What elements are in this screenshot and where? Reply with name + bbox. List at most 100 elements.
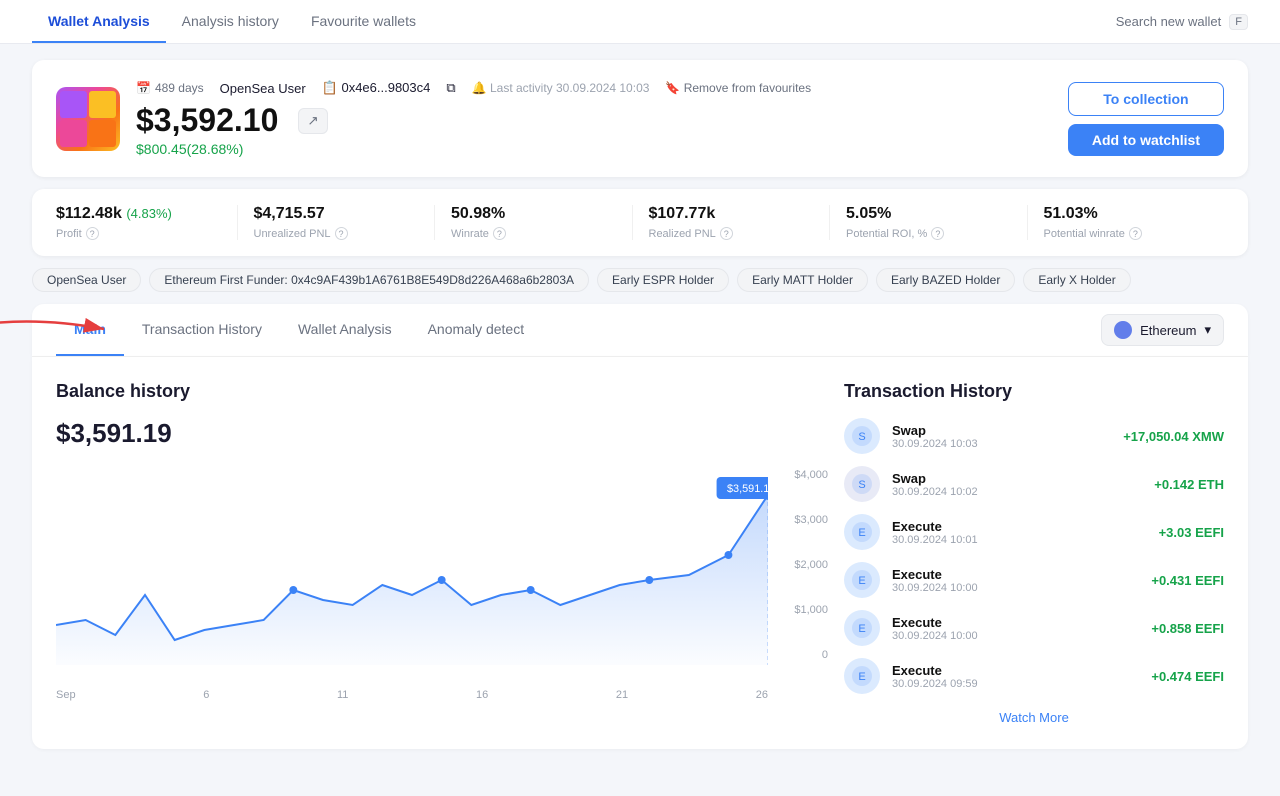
share-button[interactable]: ↗ (298, 108, 327, 134)
tag-early-matt[interactable]: Early MATT Holder (737, 268, 868, 292)
tx-item: E Execute30.09.2024 10:00 +0.431 EEFI (844, 562, 1224, 598)
to-collection-button[interactable]: To collection (1068, 82, 1224, 116)
x-label-16: 16 (476, 689, 488, 701)
tx-type: Swap (892, 423, 1111, 438)
watch-more[interactable]: Watch More (844, 710, 1224, 725)
tag-early-x[interactable]: Early X Holder (1023, 268, 1130, 292)
unrealized-pnl-tooltip[interactable]: ? (335, 227, 348, 240)
x-label-11: 11 (337, 689, 348, 701)
balance-history-title: Balance history (56, 381, 828, 402)
tx-amount: +0.858 EEFI (1151, 621, 1224, 636)
potential-roi-tooltip[interactable]: ? (931, 227, 944, 240)
svg-text:E: E (858, 527, 865, 539)
tx-amount: +3.03 EEFI (1159, 525, 1224, 540)
tab-favourite-wallets[interactable]: Favourite wallets (295, 0, 432, 43)
tx-amount: +17,050.04 XMW (1123, 429, 1224, 444)
tx-icon: E (844, 658, 880, 694)
tx-list: S Swap30.09.2024 10:03 +17,050.04 XMW S Swap… (844, 418, 1224, 694)
potential-winrate-tooltip[interactable]: ? (1129, 227, 1142, 240)
copy-address-icon[interactable]: ⧉ (446, 80, 455, 96)
tag-early-espr[interactable]: Early ESPR Holder (597, 268, 729, 292)
network-selector[interactable]: Ethereum ▾ (1101, 314, 1224, 346)
svg-text:E: E (858, 671, 865, 683)
eth-icon (1114, 321, 1132, 339)
tag-eth-funder[interactable]: Ethereum First Funder: 0x4c9AF439b1A6761… (149, 268, 589, 292)
tag-early-bazed[interactable]: Early BAZED Holder (876, 268, 1015, 292)
tx-item: E Execute30.09.2024 10:01 +3.03 EEFI (844, 514, 1224, 550)
days-badge: 📅 489 days (136, 81, 204, 95)
tx-details: Swap30.09.2024 10:02 (892, 471, 1142, 498)
top-nav: Wallet Analysis Analysis history Favouri… (0, 0, 1280, 44)
tx-icon: E (844, 514, 880, 550)
inner-tabs: Main Transaction History Wallet Analysis (56, 304, 542, 356)
tx-time: 30.09.2024 10:01 (892, 534, 1147, 546)
tx-time: 30.09.2024 10:03 (892, 438, 1111, 450)
svg-text:S: S (858, 479, 865, 491)
wallet-value: $3,592.10 (136, 102, 278, 139)
x-label-26: 26 (756, 689, 768, 701)
arrow-annotation (0, 309, 124, 349)
tx-icon: S (844, 466, 880, 502)
main-content-two-col: Balance history $3,591.19 (32, 357, 1248, 749)
y-label-4000: $4,000 (773, 469, 828, 481)
transaction-history-section: Transaction History SSwap30.09.2024 10:0… (844, 381, 1224, 725)
wallet-address[interactable]: 📋 0x4e6...9803c4 (322, 80, 431, 96)
tx-item: S Swap30.09.2024 10:02 +0.142 ETH (844, 466, 1224, 502)
tx-item: E Execute30.09.2024 09:59 +0.474 EEFI (844, 658, 1224, 694)
winrate-tooltip[interactable]: ? (493, 227, 506, 240)
profit-tooltip[interactable]: ? (86, 227, 99, 240)
shortcut-badge: F (1229, 14, 1248, 30)
y-label-0: 0 (773, 649, 828, 661)
tx-icon: E (844, 562, 880, 598)
tags-row: OpenSea User Ethereum First Funder: 0x4c… (32, 268, 1248, 292)
calendar-icon: 📅 (136, 81, 151, 95)
stat-winrate: 50.98% Winrate ? (435, 205, 633, 240)
tx-details: Execute30.09.2024 09:59 (892, 663, 1139, 690)
tab-analysis-history[interactable]: Analysis history (166, 0, 295, 43)
balance-current-value: $3,591.19 (56, 418, 828, 449)
wallet-avatar (56, 87, 120, 151)
stat-profit: $112.48k (4.83%) Profit ? (56, 205, 238, 240)
wallet-actions: To collection Add to watchlist (1068, 82, 1224, 156)
last-activity: 🔔 Last activity 30.09.2024 10:03 (472, 81, 650, 95)
wallet-card: 📅 489 days OpenSea User 📋 0x4e6...9803c4… (32, 60, 1248, 177)
top-nav-tabs: Wallet Analysis Analysis history Favouri… (32, 0, 432, 43)
inner-tab-anomaly-detect[interactable]: Anomaly detect (410, 304, 543, 356)
tx-type: Execute (892, 567, 1139, 582)
tx-amount: +0.474 EEFI (1151, 669, 1224, 684)
realized-pnl-tooltip[interactable]: ? (720, 227, 733, 240)
stat-potential-winrate: 51.03% Potential winrate ? (1028, 205, 1225, 240)
tx-details: Execute30.09.2024 10:01 (892, 519, 1147, 546)
tx-type: Execute (892, 519, 1147, 534)
wallet-left: 📅 489 days OpenSea User 📋 0x4e6...9803c4… (56, 80, 811, 157)
tx-amount: +0.431 EEFI (1151, 573, 1224, 588)
inner-tab-wallet-analysis[interactable]: Wallet Analysis (280, 304, 410, 356)
inner-tab-transaction-history[interactable]: Transaction History (124, 304, 280, 356)
tx-time: 30.09.2024 10:00 (892, 630, 1139, 642)
tx-details: Execute30.09.2024 10:00 (892, 615, 1139, 642)
svg-text:$3,591.19: $3,591.19 (727, 483, 768, 495)
search-new-wallet[interactable]: Search new wallet F (1116, 14, 1248, 30)
stat-potential-roi: 5.05% Potential ROI, % ? (830, 205, 1028, 240)
tx-details: Execute30.09.2024 10:00 (892, 567, 1139, 594)
x-label-6: 6 (203, 689, 209, 701)
tx-time: 30.09.2024 10:02 (892, 486, 1142, 498)
tab-wallet-analysis[interactable]: Wallet Analysis (32, 0, 166, 43)
opensea-user-label[interactable]: OpenSea User (220, 81, 306, 96)
tx-amount: +0.142 ETH (1154, 477, 1224, 492)
tx-item: EExecute30.09.2024 10:00+0.858 EEFI (844, 610, 1224, 646)
inner-tabs-row: Main Transaction History Wallet Analysis (32, 304, 1248, 357)
x-label-21: 21 (616, 689, 628, 701)
tx-type: Execute (892, 615, 1139, 630)
add-watchlist-button[interactable]: Add to watchlist (1068, 124, 1224, 156)
tag-opensea-user[interactable]: OpenSea User (32, 268, 141, 292)
remove-favourites[interactable]: 🔖 Remove from favourites (665, 81, 811, 95)
y-label-1000: $1,000 (773, 604, 828, 616)
stat-unrealized-pnl: $4,715.57 Unrealized PNL ? (238, 205, 436, 240)
y-label-2000: $2,000 (773, 559, 828, 571)
wallet-change: $800.45(28.68%) (136, 141, 811, 157)
tx-item: SSwap30.09.2024 10:03+17,050.04 XMW (844, 418, 1224, 454)
stats-card: $112.48k (4.83%) Profit ? $4,715.57 Unre… (32, 189, 1248, 256)
svg-text:E: E (858, 575, 865, 587)
tx-details: Swap30.09.2024 10:03 (892, 423, 1111, 450)
